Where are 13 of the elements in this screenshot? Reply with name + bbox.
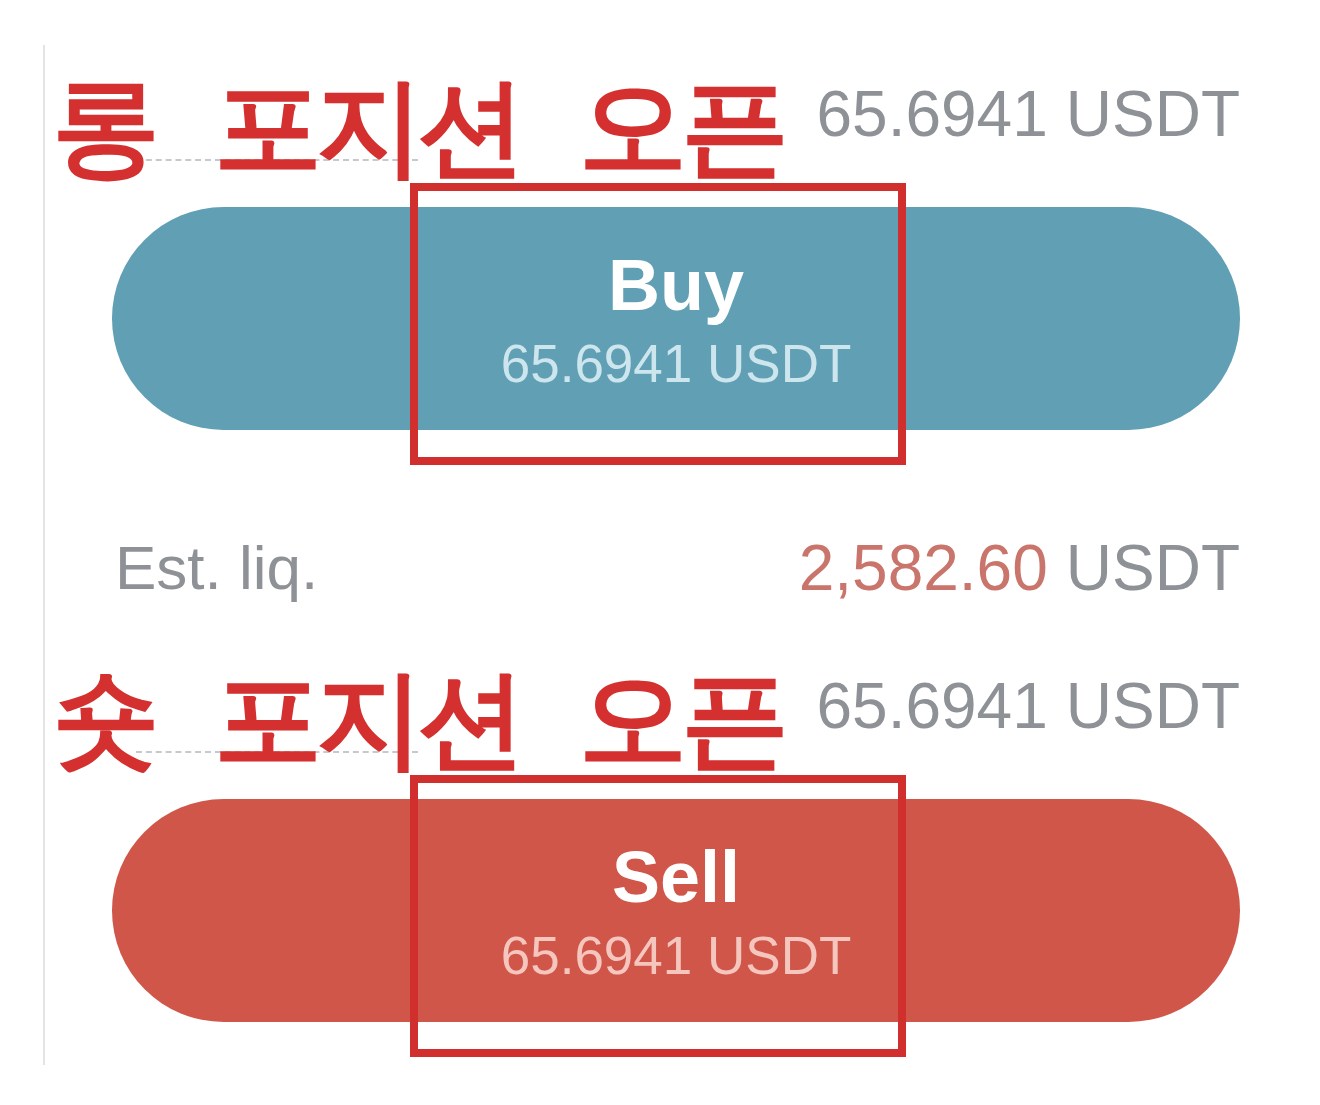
unit-text: USDT <box>1065 668 1240 744</box>
order-amount-text: 65.6941 USDT <box>500 334 852 393</box>
annotation-text: 숏 포지션 오픈 <box>52 665 784 773</box>
unit-text: USDT <box>1065 530 1240 606</box>
value-text: 2,582.60 <box>798 530 1048 606</box>
sell-button[interactable]: Sell 65.6941 USDT <box>112 799 1240 1022</box>
unit-text: USDT <box>1065 76 1240 152</box>
field-label: Est. liq. <box>114 531 319 604</box>
order-amount-text: 65.6941 USDT <box>500 926 852 985</box>
value-text: 65.6941 <box>816 76 1048 152</box>
annotation-text: 롱 포지션 오픈 <box>52 73 784 181</box>
value-text: 65.6941 <box>816 668 1048 744</box>
buy-button[interactable]: Buy 65.6941 USDT <box>112 207 1240 430</box>
